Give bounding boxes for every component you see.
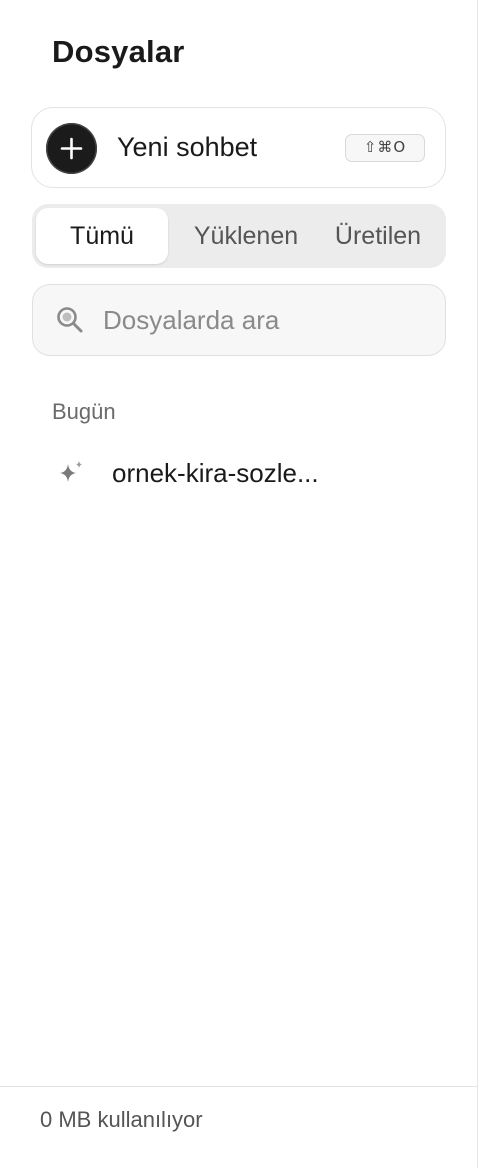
section-label-today: Bugün	[52, 399, 116, 424]
file-filter-tabs: Tümü Yüklenen Üretilen	[32, 204, 446, 268]
file-name: ornek-kira-sozle...	[112, 458, 319, 488]
storage-usage: 0 MB kullanılıyor	[40, 1107, 203, 1132]
file-list-item[interactable]: ornek-kira-sozle...	[40, 448, 440, 498]
tab-uploaded[interactable]: Yüklenen	[182, 208, 310, 264]
panel-title: Dosyalar	[52, 34, 185, 69]
tab-generated[interactable]: Üretilen	[318, 208, 438, 264]
keyboard-shortcut-badge: ⇧⌘O	[345, 134, 425, 162]
search-input[interactable]	[103, 299, 423, 341]
footer-divider	[0, 1086, 477, 1087]
search-box	[32, 284, 446, 356]
new-chat-button[interactable]: Yeni sohbet ⇧⌘O	[31, 107, 446, 188]
plus-icon	[46, 123, 97, 174]
files-panel: Dosyalar Yeni sohbet ⇧⌘O Tümü Yüklenen Ü…	[0, 0, 478, 1168]
search-icon	[55, 305, 85, 340]
new-chat-label: Yeni sohbet	[117, 132, 258, 162]
sparkle-icon	[56, 458, 86, 493]
tab-all[interactable]: Tümü	[36, 208, 168, 264]
